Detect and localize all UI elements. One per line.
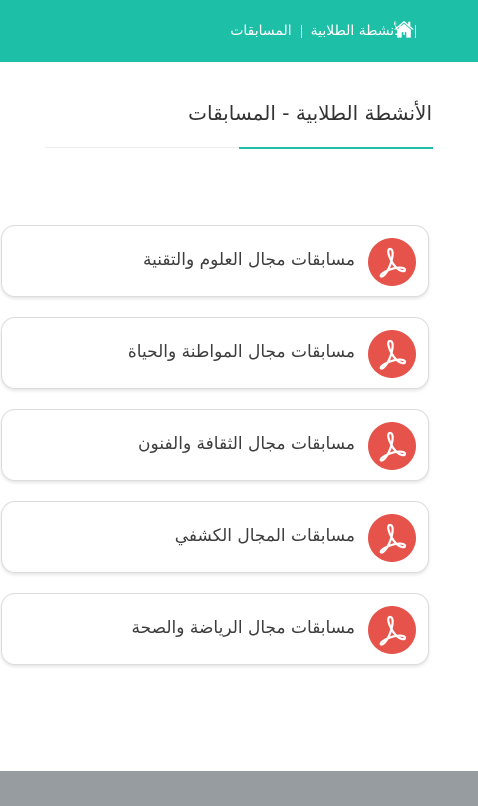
pdf-icon (368, 514, 416, 562)
list-item-label: مسابقات مجال المواطنة والحياة (127, 342, 355, 362)
breadcrumb-separator (300, 24, 302, 38)
footer-bar (0, 771, 478, 806)
breadcrumb-current: المسابقات (230, 23, 292, 39)
breadcrumb: الأنشطة الطلابية المسابقات (230, 20, 416, 42)
list-item-label: مسابقات مجال العلوم والتقنية (142, 250, 355, 270)
list-item[interactable]: مسابقات مجال الرياضة والصحة (1, 593, 429, 665)
list-item[interactable]: مسابقات مجال الثقافة والفنون (1, 409, 429, 481)
top-header: الأنشطة الطلابية المسابقات (0, 0, 478, 62)
list-item[interactable]: مسابقات مجال المواطنة والحياة (1, 317, 429, 389)
title-accent-underline (239, 147, 433, 149)
pdf-icon (368, 422, 416, 470)
list-item[interactable]: مسابقات المجال الكشفي (1, 501, 429, 573)
list-item-label: مسابقات مجال الرياضة والصحة (131, 618, 355, 638)
list-item-label: مسابقات المجال الكشفي (174, 526, 355, 546)
breadcrumb-separator (415, 24, 416, 38)
list-item[interactable]: مسابقات مجال العلوم والتقنية (1, 225, 429, 297)
breadcrumb-link-student-activities[interactable]: الأنشطة الطلابية (311, 23, 406, 39)
pdf-icon (368, 330, 416, 378)
list-item-label: مسابقات مجال الثقافة والفنون (138, 434, 355, 454)
pdf-icon (368, 238, 416, 286)
pdf-icon (368, 606, 416, 654)
competitions-list: مسابقات مجال العلوم والتقنية مسابقات مجا… (0, 225, 430, 685)
page-title: الأنشطة الطلابية - المسابقات (188, 101, 432, 125)
